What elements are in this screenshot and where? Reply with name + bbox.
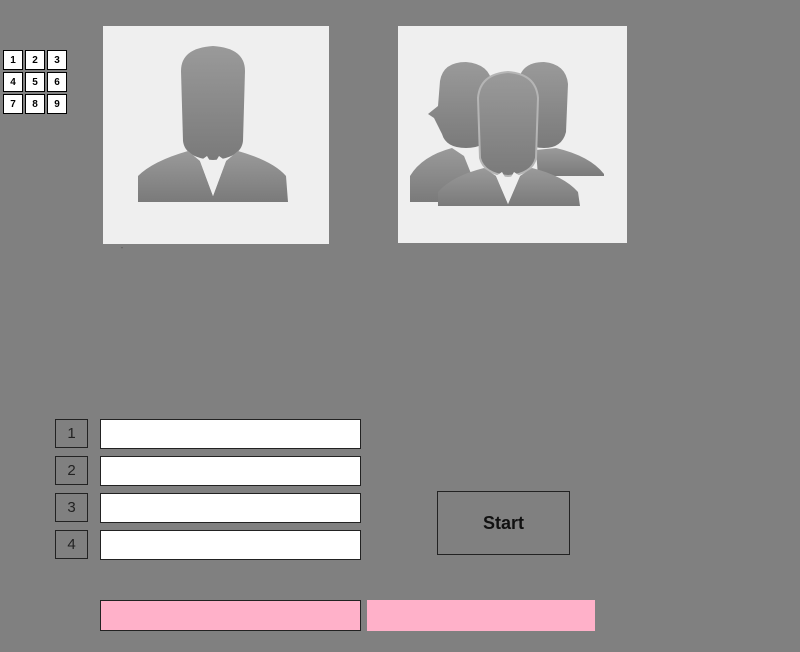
grid-button-9[interactable]: 9: [47, 94, 67, 114]
tiny-mark: ¨: [121, 248, 123, 254]
status-box-right: [367, 600, 595, 631]
grid-button-2[interactable]: 2: [25, 50, 45, 70]
player-2-name-input[interactable]: [100, 456, 361, 486]
player-2-button[interactable]: 2: [55, 456, 88, 485]
grid-button-1[interactable]: 1: [3, 50, 23, 70]
grid-button-5[interactable]: 5: [25, 72, 45, 92]
single-player-tile[interactable]: [103, 26, 329, 244]
player-4-name-input[interactable]: [100, 530, 361, 560]
grid-button-8[interactable]: 8: [25, 94, 45, 114]
grid-button-7[interactable]: 7: [3, 94, 23, 114]
player-3-name-input[interactable]: [100, 493, 361, 523]
start-button[interactable]: Start: [437, 491, 570, 555]
grid-button-4[interactable]: 4: [3, 72, 23, 92]
grid-button-3[interactable]: 3: [47, 50, 67, 70]
multiplayer-tile[interactable]: [398, 26, 627, 243]
player-1-name-input[interactable]: [100, 419, 361, 449]
grid-button-6[interactable]: 6: [47, 72, 67, 92]
player-3-button[interactable]: 3: [55, 493, 88, 522]
single-person-icon: [138, 46, 288, 202]
player-4-button[interactable]: 4: [55, 530, 88, 559]
player-1-button[interactable]: 1: [55, 419, 88, 448]
group-of-people-icon: [410, 62, 604, 206]
status-box-left: [100, 600, 361, 631]
